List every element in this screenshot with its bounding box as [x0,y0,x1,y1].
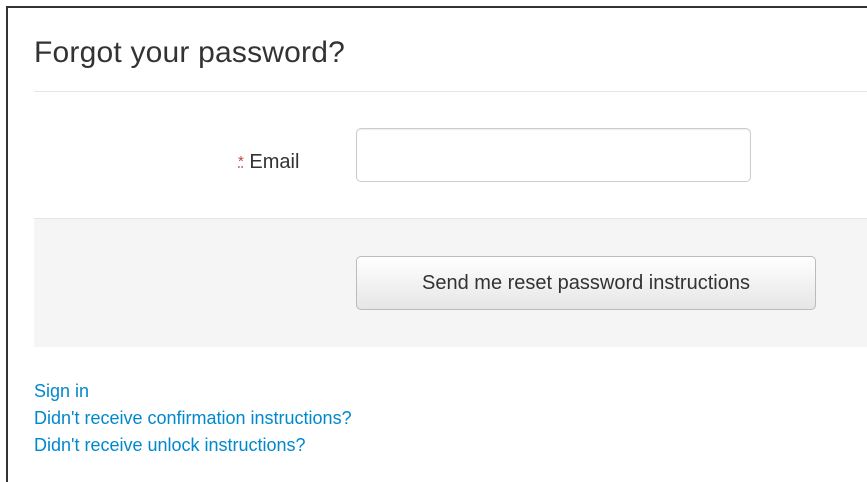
required-marker: * [238,153,244,170]
auth-links: Sign in Didn't receive confirmation inst… [34,378,352,459]
email-field[interactable] [356,128,751,182]
unlock-instructions-link[interactable]: Didn't receive unlock instructions? [34,432,352,459]
email-label: * Email [238,151,299,174]
confirmation-instructions-link[interactable]: Didn't receive confirmation instructions… [34,405,352,432]
send-reset-instructions-button[interactable]: Send me reset password instructions [356,256,816,310]
page-title: Forgot your password? [34,36,346,69]
email-label-text: Email [249,151,300,173]
form-actions-panel: Send me reset password instructions [34,218,867,347]
page-frame: Forgot your password? * Email Send me re… [6,6,867,482]
sign-in-link[interactable]: Sign in [34,378,352,405]
title-divider [34,91,867,92]
